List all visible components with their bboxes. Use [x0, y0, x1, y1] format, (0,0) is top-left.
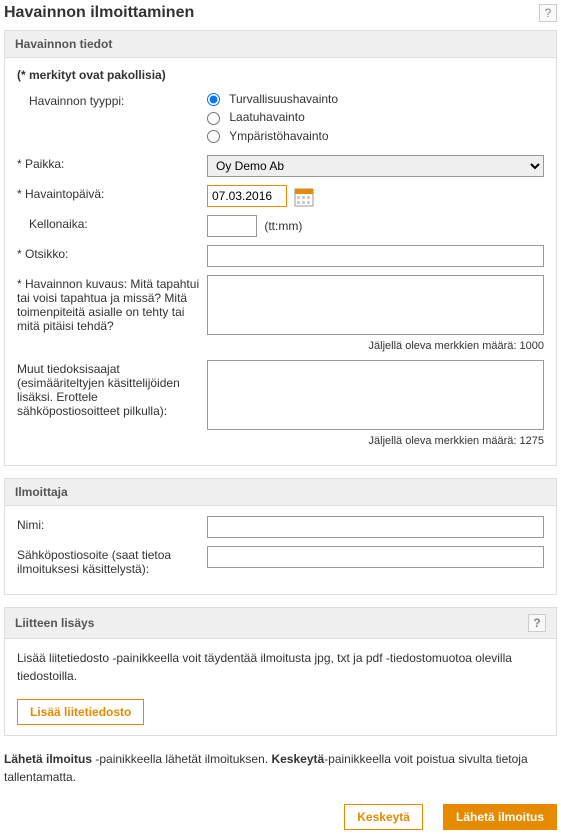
- bottom-help-text: Lähetä ilmoitus -painikkeella lähetät il…: [4, 750, 557, 786]
- radio-quality-label: Laatuhavainto: [229, 110, 304, 124]
- radio-option-safety[interactable]: Turvallisuushavainto: [207, 92, 544, 106]
- location-label: * Paikka:: [17, 155, 207, 171]
- date-input[interactable]: [207, 185, 287, 207]
- radio-option-quality[interactable]: Laatuhavainto: [207, 110, 544, 124]
- type-label: Havainnon tyyppi:: [17, 92, 207, 108]
- attachment-header: Liitteen lisäys ?: [5, 608, 556, 639]
- bottom-text-1: -painikkeella lähetät ilmoituksen.: [92, 752, 271, 766]
- title-label: * Otsikko:: [17, 245, 207, 261]
- description-textarea[interactable]: [207, 275, 544, 335]
- submit-button[interactable]: Lähetä ilmoitus: [443, 804, 557, 830]
- recipients-label: Muut tiedoksisaajat (esimääriteltyjen kä…: [17, 360, 207, 418]
- section-title: Havainnon tiedot: [15, 37, 112, 51]
- help-icon[interactable]: ?: [528, 614, 546, 632]
- time-input[interactable]: [207, 215, 257, 237]
- reporter-header: Ilmoittaja: [5, 479, 556, 506]
- description-label: * Havainnon kuvaus: Mitä tapahtui tai vo…: [17, 275, 207, 333]
- bottom-bold-send: Lähetä ilmoitus: [4, 752, 92, 766]
- bottom-bold-cancel: Keskeytä: [271, 752, 324, 766]
- time-label: Kellonaika:: [17, 215, 207, 231]
- section-title: Liitteen lisäys: [15, 616, 94, 630]
- radio-option-environment[interactable]: Ympäristöhavainto: [207, 129, 544, 143]
- attachment-panel: Liitteen lisäys ? Lisää liitetiedosto -p…: [4, 607, 557, 736]
- reporter-panel: Ilmoittaja Nimi: Sähköpostiosoite (saat …: [4, 478, 557, 595]
- location-select[interactable]: Oy Demo Ab: [207, 155, 544, 177]
- recipients-char-count: Jäljellä oleva merkkien määrä: 1275: [207, 435, 544, 447]
- add-attachment-button[interactable]: Lisää liitetiedosto: [17, 699, 144, 725]
- page-title: Havainnon ilmoittaminen: [4, 4, 194, 22]
- description-char-count: Jäljellä oleva merkkien määrä: 1000: [207, 340, 544, 352]
- section-title: Ilmoittaja: [15, 485, 68, 499]
- calendar-icon[interactable]: [294, 187, 314, 207]
- radio-safety-label: Turvallisuushavainto: [229, 92, 338, 106]
- email-label: Sähköpostiosoite (saat tietoa ilmoitukse…: [17, 546, 207, 576]
- mandatory-note: (* merkityt ovat pakollisia): [17, 68, 544, 82]
- recipients-textarea[interactable]: [207, 360, 544, 430]
- name-label: Nimi:: [17, 516, 207, 532]
- cancel-button[interactable]: Keskeytä: [344, 804, 423, 830]
- observation-details-panel: Havainnon tiedot (* merkityt ovat pakoll…: [4, 30, 557, 466]
- date-label: * Havaintopäivä:: [17, 185, 207, 201]
- radio-safety[interactable]: [207, 93, 220, 106]
- name-input[interactable]: [207, 516, 544, 538]
- observation-details-header: Havainnon tiedot: [5, 31, 556, 58]
- help-icon[interactable]: ?: [539, 4, 557, 22]
- time-hint: (tt:mm): [264, 219, 302, 233]
- title-input[interactable]: [207, 245, 544, 267]
- radio-environment[interactable]: [207, 130, 220, 143]
- email-input[interactable]: [207, 546, 544, 568]
- radio-quality[interactable]: [207, 112, 220, 125]
- radio-environment-label: Ympäristöhavainto: [229, 129, 328, 143]
- attachment-help-text: Lisää liitetiedosto -painikkeella voit t…: [17, 649, 544, 685]
